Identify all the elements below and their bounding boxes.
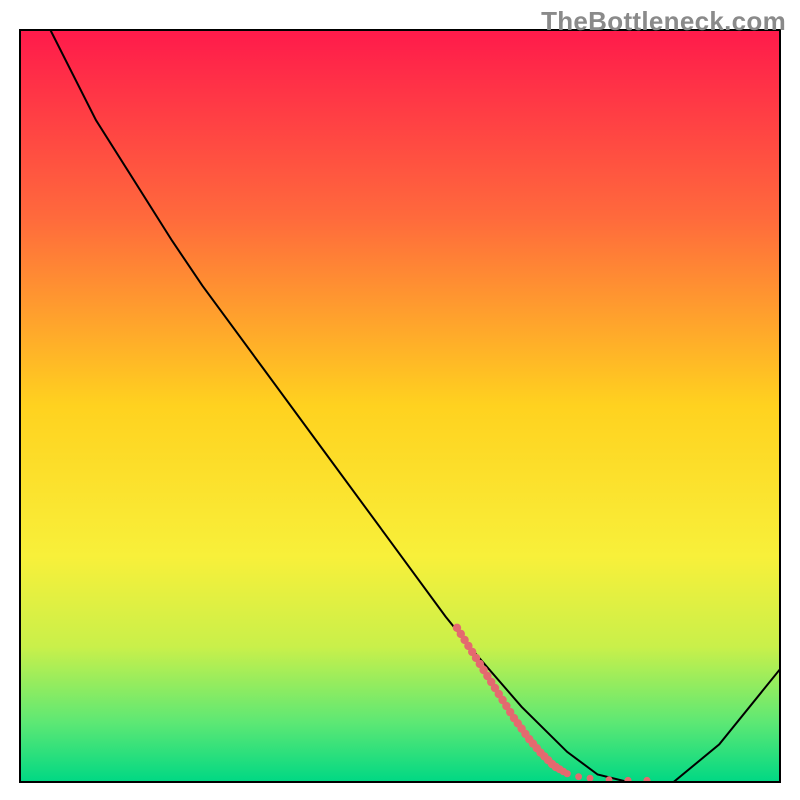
marker-dot: [587, 775, 594, 782]
chart-container: TheBottleneck.com: [0, 0, 800, 800]
watermark-label: TheBottleneck.com: [541, 6, 786, 37]
gradient-background: [20, 30, 780, 782]
marker-dot: [643, 777, 650, 784]
marker-dot: [624, 777, 631, 784]
bottleneck-chart: [0, 0, 800, 800]
marker-dot: [575, 773, 582, 780]
marker-dot: [564, 770, 571, 777]
